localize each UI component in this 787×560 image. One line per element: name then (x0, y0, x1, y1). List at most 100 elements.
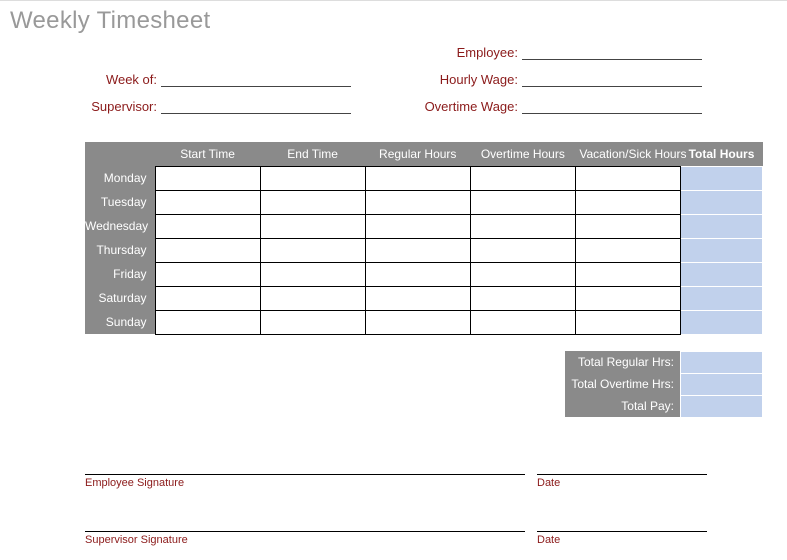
employee-date-block: Date (537, 474, 707, 489)
table-row: Friday (85, 262, 763, 286)
cell-ot[interactable] (470, 262, 575, 286)
cell-reg[interactable] (365, 310, 470, 334)
table-row: Monday (85, 166, 763, 190)
cell-start[interactable] (155, 190, 260, 214)
cell-end[interactable] (260, 286, 365, 310)
day-label: Monday (85, 166, 155, 190)
overtime-wage-label: Overtime Wage: (413, 99, 518, 114)
cell-start[interactable] (155, 310, 260, 334)
table-header-row: Start Time End Time Regular Hours Overti… (85, 142, 763, 166)
cell-ot[interactable] (470, 310, 575, 334)
cell-ot[interactable] (470, 214, 575, 238)
signature-area: Employee Signature Date Supervisor Signa… (85, 474, 737, 546)
employee-signature-label: Employee Signature (85, 477, 525, 489)
cell-reg[interactable] (365, 166, 470, 190)
header-corner (85, 142, 155, 166)
summary-area: Total Regular Hrs: Total Overtime Hrs: T… (0, 351, 763, 418)
header-fields: Employee: Week of: Hourly Wage: Supervis… (85, 45, 702, 114)
cell-start[interactable] (155, 286, 260, 310)
cell-start[interactable] (155, 214, 260, 238)
supervisor-input[interactable] (161, 100, 351, 114)
cell-ot[interactable] (470, 286, 575, 310)
total-overtime-value[interactable] (681, 373, 763, 395)
week-of-field: Week of: (85, 72, 351, 87)
summary-row-regular: Total Regular Hrs: (565, 351, 762, 373)
cell-vac[interactable] (575, 238, 680, 262)
cell-vac[interactable] (575, 310, 680, 334)
day-label: Sunday (85, 310, 155, 334)
supervisor-date-line[interactable] (537, 531, 707, 532)
col-vacation-sick: Vacation/Sick Hours (575, 142, 680, 166)
employee-field: Employee: (413, 45, 702, 60)
cell-vac[interactable] (575, 262, 680, 286)
week-of-input[interactable] (161, 73, 351, 87)
cell-end[interactable] (260, 214, 365, 238)
cell-vac[interactable] (575, 286, 680, 310)
cell-vac[interactable] (575, 166, 680, 190)
timesheet-table-wrap: Start Time End Time Regular Hours Overti… (85, 142, 763, 335)
cell-end[interactable] (260, 262, 365, 286)
table-row: Thursday (85, 238, 763, 262)
day-label: Wednesday (85, 214, 155, 238)
col-regular-hours: Regular Hours (365, 142, 470, 166)
cell-total[interactable] (681, 262, 763, 286)
overtime-wage-field: Overtime Wage: (413, 99, 702, 114)
cell-reg[interactable] (365, 190, 470, 214)
supervisor-label: Supervisor: (85, 99, 157, 114)
cell-vac[interactable] (575, 214, 680, 238)
page-title: Weekly Timesheet (0, 1, 787, 35)
day-label: Tuesday (85, 190, 155, 214)
cell-start[interactable] (155, 166, 260, 190)
total-regular-label: Total Regular Hrs: (565, 351, 680, 373)
cell-ot[interactable] (470, 190, 575, 214)
hourly-wage-input[interactable] (522, 73, 702, 87)
table-row: Sunday (85, 310, 763, 334)
cell-ot[interactable] (470, 166, 575, 190)
hourly-wage-label: Hourly Wage: (413, 72, 518, 87)
cell-reg[interactable] (365, 286, 470, 310)
employee-signature-row: Employee Signature Date (85, 474, 737, 489)
cell-end[interactable] (260, 238, 365, 262)
col-start-time: Start Time (155, 142, 260, 166)
cell-end[interactable] (260, 190, 365, 214)
cell-start[interactable] (155, 238, 260, 262)
cell-total[interactable] (681, 310, 763, 334)
cell-end[interactable] (260, 310, 365, 334)
supervisor-signature-label: Supervisor Signature (85, 534, 525, 546)
summary-row-overtime: Total Overtime Hrs: (565, 373, 762, 395)
employee-date-label: Date (537, 477, 707, 489)
timesheet-table: Start Time End Time Regular Hours Overti… (85, 142, 763, 335)
cell-reg[interactable] (365, 214, 470, 238)
cell-reg[interactable] (365, 262, 470, 286)
supervisor-signature-row: Supervisor Signature Date (85, 531, 737, 546)
col-total-hours: Total Hours (681, 142, 763, 166)
cell-ot[interactable] (470, 238, 575, 262)
cell-total[interactable] (681, 238, 763, 262)
employee-signature-block: Employee Signature (85, 474, 525, 489)
cell-end[interactable] (260, 166, 365, 190)
cell-total[interactable] (681, 286, 763, 310)
total-regular-value[interactable] (681, 351, 763, 373)
table-row: Saturday (85, 286, 763, 310)
day-label: Saturday (85, 286, 155, 310)
cell-vac[interactable] (575, 190, 680, 214)
total-pay-value[interactable] (681, 395, 763, 417)
cell-start[interactable] (155, 262, 260, 286)
total-overtime-label: Total Overtime Hrs: (565, 373, 680, 395)
table-row: Tuesday (85, 190, 763, 214)
cell-total[interactable] (681, 190, 763, 214)
employee-input[interactable] (522, 46, 702, 60)
employee-date-line[interactable] (537, 474, 707, 475)
employee-label: Employee: (413, 45, 518, 60)
cell-total[interactable] (681, 214, 763, 238)
overtime-wage-input[interactable] (522, 100, 702, 114)
table-row: Wednesday (85, 214, 763, 238)
supervisor-date-block: Date (537, 531, 707, 546)
cell-reg[interactable] (365, 238, 470, 262)
col-end-time: End Time (260, 142, 365, 166)
supervisor-signature-block: Supervisor Signature (85, 531, 525, 546)
employee-signature-line[interactable] (85, 474, 525, 475)
cell-total[interactable] (681, 166, 763, 190)
supervisor-signature-line[interactable] (85, 531, 525, 532)
week-of-label: Week of: (85, 72, 157, 87)
